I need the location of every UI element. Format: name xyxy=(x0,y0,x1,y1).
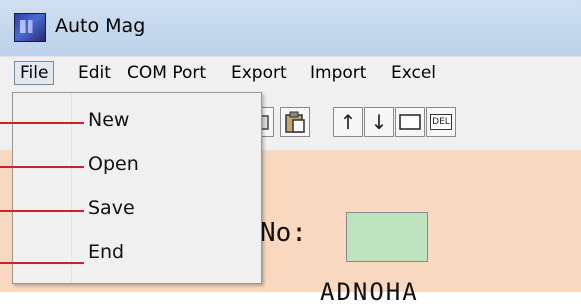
callout-line-new xyxy=(0,122,84,124)
menu-item-label: Save xyxy=(88,197,135,219)
paste-icon xyxy=(285,111,305,133)
title-bar: Auto Mag xyxy=(0,0,581,56)
move-down-button[interactable]: ↓ xyxy=(364,107,394,137)
app-icon xyxy=(14,13,46,42)
arrow-up-icon: ↑ xyxy=(339,110,357,134)
menu-import[interactable]: Import xyxy=(305,61,371,85)
menu-bar: File Edit COM Port Export Import Excel xyxy=(0,56,581,91)
window-icon xyxy=(399,114,421,130)
menu-excel[interactable]: Excel xyxy=(386,61,441,85)
window-button[interactable] xyxy=(395,107,425,137)
delete-icon: DEL xyxy=(430,114,452,130)
menu-item-label: New xyxy=(88,109,130,131)
file-menu-dropdown: New Open Save End xyxy=(12,92,262,284)
menu-edit[interactable]: Edit xyxy=(73,61,116,85)
window-title: Auto Mag xyxy=(55,15,146,37)
delete-button[interactable]: DEL xyxy=(426,107,456,137)
callout-line-save xyxy=(0,210,84,212)
callout-line-end xyxy=(0,262,84,264)
menu-item-save[interactable]: Save xyxy=(13,187,261,231)
menu-item-label: End xyxy=(88,241,125,263)
move-up-button[interactable]: ↑ xyxy=(333,107,363,137)
menu-item-end[interactable]: End xyxy=(13,231,261,275)
menu-export[interactable]: Export xyxy=(226,61,292,85)
number-field[interactable] xyxy=(346,212,428,262)
arrow-down-icon: ↓ xyxy=(370,110,388,134)
paste-button[interactable] xyxy=(280,107,310,137)
menu-item-new[interactable]: New xyxy=(13,99,261,143)
menu-file[interactable]: File xyxy=(14,61,55,85)
partial-text: ADNOHA xyxy=(320,278,419,306)
field-label: No: xyxy=(260,218,307,248)
menu-item-open[interactable]: Open xyxy=(13,143,261,187)
menu-com-port[interactable]: COM Port xyxy=(122,61,211,85)
menu-item-label: Open xyxy=(88,153,139,175)
callout-line-open xyxy=(0,166,84,168)
